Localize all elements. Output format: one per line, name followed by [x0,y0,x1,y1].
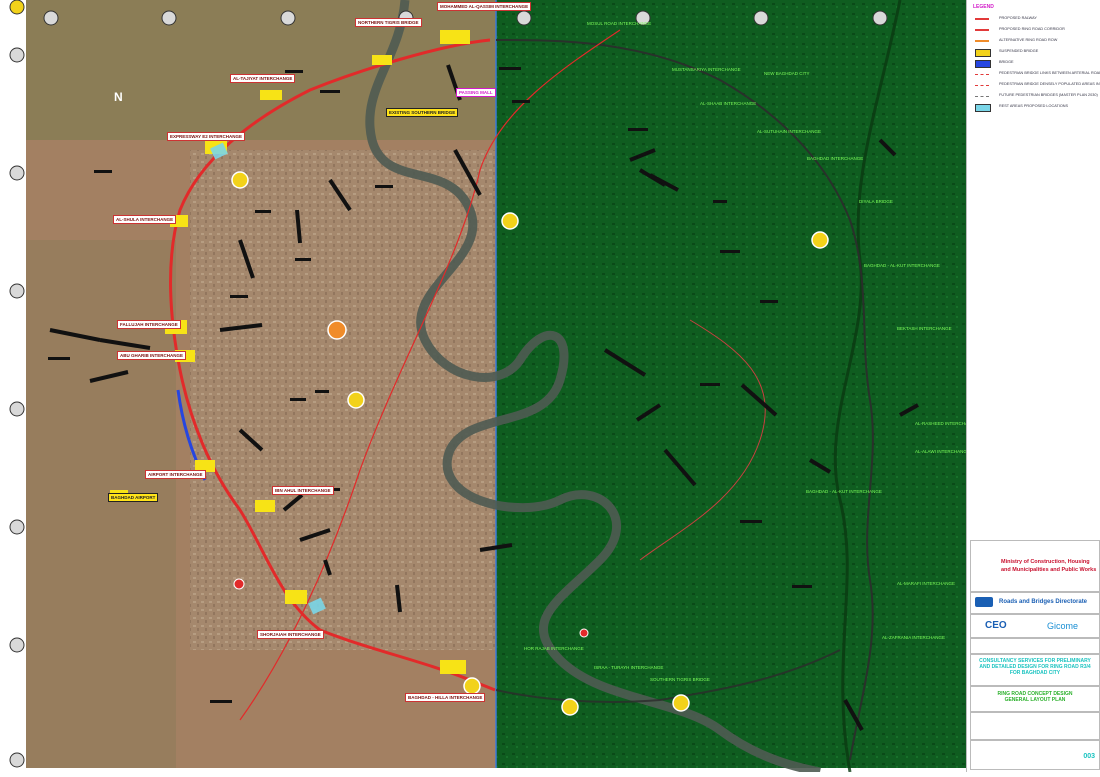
legend-label-6: PEDESTRIAN BRIDGE DENSELY POPULATED AREA… [999,82,1100,86]
map_labels_right-label-16: SOUTHERN TIGRIS BRIDGE [650,677,710,682]
map_labels_right-label-13: AL-ZAFRANIA INTERCHANGE [882,635,946,640]
map_labels_left-label-5: AL-SHULA INTERCHANGE [113,215,177,224]
map_labels_right-label-3: AL-SHAAB INTERCHANGE [700,101,757,106]
legend-swatch-1 [975,29,989,31]
map_labels_left-label-4: EXPRESSWAY E2 INTERCHANGE [167,132,246,141]
map_labels_left-label-11: SHORJAIAH INTERCHANGE [257,630,324,639]
pin-yellow-4 [561,698,579,716]
legend-swatch-7 [975,96,989,97]
legend-label-0: PROPOSED RALWAY [999,16,1037,20]
legend-swatch-5 [975,74,989,75]
directorate-name: Roads and Bridges Directorate [999,599,1088,605]
legend-swatch-3 [975,49,991,57]
drawing-title: RING ROAD CONCEPT DESIGN GENERAL LAYOUT … [997,691,1073,703]
map_labels_left-label-7: ABU GHARIB INTERCHANGE [117,351,186,360]
map_labels_right-label-4: AL-SUTUHAIN INTERCHANGE [757,129,822,134]
drawing-title-row: RING ROAD CONCEPT DESIGN GENERAL LAYOUT … [970,686,1100,712]
consultant-logo-2: Gicome [1047,621,1079,631]
map_labels_right-label-14: HOR RAJAB INTERCHANGE [524,646,584,651]
map_labels_right-label-11: BAGHDAD - AL-KUT INTERCHANGE [806,489,882,494]
legend-label-3: SUSPENDED BRIDGE [999,49,1039,53]
map_labels_left-label-6: FALLUJAH INTERCHANGE [117,320,181,329]
map_labels_left-label-10: IBN AHUL INTERCHANGE [272,486,334,495]
map_labels_right-label-6: DIYALA BRIDGE [859,199,893,204]
map_labels_right-label-15: ISRAA - TURAYH INTERCHANGE [594,665,664,670]
map_labels_right-label-8: BEKTASH INTERCHANGE [897,326,952,331]
map_labels_right-label-7: BAGHDAD - AL-KUT INTERCHANGE [864,263,940,268]
project-row: CONSULTANCY SERVICES FOR PRELIMINARY AND… [970,654,1100,686]
legend-panel: LEGEND PROPOSED RALWAY PROPOSED RING ROAD… [966,0,1100,500]
pin-yellow-2 [501,212,519,230]
legend-label-4: BRIDGE [999,60,1014,64]
map_labels_right-label-0: MOSUL ROAD INTERCHANGE [587,21,652,26]
map_labels_left-label-2: AL-TAJIYAT INTERCHANGE [230,74,296,83]
pin-yellow-6 [463,677,481,695]
legend-swatch-0 [975,18,989,20]
map_labels_right-label-1: MUSTANSARIYA INTERCHANGE [672,67,741,72]
map_labels_left-label-3: EXISTING SOUTHERN BRIDGE [386,108,459,117]
edge-markers-left [9,0,25,768]
project-title: CONSULTANCY SERVICES FOR PRELIMINARY AND… [979,658,1091,676]
legend-title: LEGEND [973,4,994,10]
info-row [970,712,1100,740]
client-line-1: Ministry of Construction, Housing [1001,559,1090,565]
blank-row [970,638,1100,654]
client-row: Ministry of Construction, Housing and Mu… [970,540,1100,592]
pin-yellow-5 [672,694,690,712]
pin-yellow-7 [231,171,249,189]
directorate-row: Roads and Bridges Directorate [970,592,1100,614]
directorate-logo-icon [975,597,993,607]
legend-swatch-4 [975,60,991,68]
map_labels_right-label-2: NEW BAGHDAD CITY [764,71,810,76]
legend-swatch-2 [975,40,989,42]
map-canvas [9,0,966,777]
sheet-number: 003 [1083,753,1095,760]
map_labels_left-label-8: AIRPORT INTERCHANGE [145,470,206,479]
legend-label-5: PEDESTRIAN BRIDGE LINKS BETWEEN ARTERIAL… [999,71,1100,75]
map_labels_left-label-9: BAGHDAD AIRPORT [108,493,159,502]
legend-label-7: FUTURE PEDESTRIAN BRIDGES (MASTER PLAN 2… [999,93,1098,97]
green-overlay-area [496,0,966,768]
pin-red-1 [233,578,245,590]
map_labels_right-label-10: AL-ALAWI INTERCHANGE [915,449,970,454]
map_labels_left-label-13: PASSING MALL [456,88,496,97]
legend-label-8: REST AREAS PROPOSED LOCATIONS [999,104,1069,108]
consultant-logo-1: CEO [985,620,1007,631]
pin-red-2 [579,628,589,638]
pin-orange [327,320,347,340]
client-line-2: and Municipalities and Public Works [1001,567,1097,573]
title-block: Ministry of Construction, Housing and Mu… [966,500,1100,772]
north-arrow: N [114,90,123,104]
legend-swatch-8 [975,104,991,112]
map_labels_right-label-12: AL-MARAFI INTERCHANGE [897,581,956,586]
map_labels_left-label-0: NORTHERN TIGRIS BRIDGE [355,18,422,27]
map_labels_left-label-1: MOHAMMED AL-QASSIM INTERCHANGE [437,2,532,11]
pin-yellow-3 [811,231,829,249]
map_labels_left-label-12: BAGHDAD - HILLA INTERCHANGE [405,693,486,702]
legend-label-2: ALTERNATIVE RING ROAD ROW [999,38,1058,42]
sheet-row: 003 [970,740,1100,770]
legend-label-1: PROPOSED RING ROAD CORRIDOR [999,27,1065,31]
urban-area [190,150,496,650]
legend-swatch-6 [975,85,989,86]
map-sheet [0,0,1100,777]
pin-yellow-1 [347,391,365,409]
map_labels_right-label-5: BAGHDAD INTERCHANGE [807,156,864,161]
consultant-row: CEO Gicome [970,614,1100,638]
